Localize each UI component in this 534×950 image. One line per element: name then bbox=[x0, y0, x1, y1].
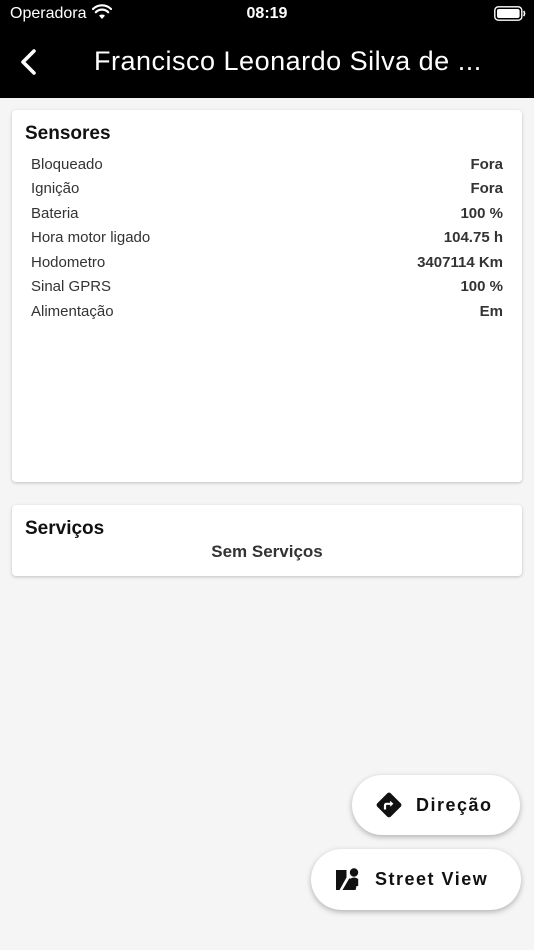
status-bar: Operadora 08:19 bbox=[0, 0, 534, 30]
sensor-list: Bloqueado Fora Ignição Fora Bateria 100 … bbox=[31, 152, 503, 324]
sensor-row-hodometro: Hodometro 3407114 Km bbox=[31, 250, 503, 275]
sensor-value: 100 % bbox=[460, 278, 503, 296]
sensor-value: 100 % bbox=[460, 204, 503, 222]
battery-icon bbox=[494, 6, 526, 21]
sensor-label: Bateria bbox=[31, 204, 79, 222]
sensor-value: Fora bbox=[470, 180, 503, 198]
services-card: Serviços Sem Serviços bbox=[12, 505, 522, 576]
street-view-label: Street View bbox=[375, 869, 489, 889]
sensor-label: Ignição bbox=[31, 180, 80, 198]
page-title: Francisco Leonardo Silva de ... bbox=[94, 46, 482, 76]
chevron-left-icon bbox=[21, 49, 36, 75]
app-header: Operadora 08:19 Francisco Leonardo Silva… bbox=[0, 0, 534, 98]
sensor-row-ignicao: Ignição Fora bbox=[31, 177, 503, 202]
back-button[interactable] bbox=[12, 44, 48, 80]
sensor-row-bloqueado: Bloqueado Fora bbox=[31, 152, 503, 177]
sensor-row-alimentacao: Alimentação Em bbox=[31, 299, 503, 324]
sensor-row-bateria: Bateria 100 % bbox=[31, 201, 503, 226]
sensor-label: Sinal GPRS bbox=[31, 278, 112, 296]
street-view-icon bbox=[336, 867, 359, 890]
direction-label: Direção bbox=[416, 794, 493, 815]
status-time: 08:19 bbox=[246, 5, 288, 22]
sensor-value: 3407114 Km bbox=[417, 253, 503, 271]
services-empty-text: Sem Serviços bbox=[211, 542, 323, 561]
sensor-value: Em bbox=[479, 302, 503, 320]
direction-button[interactable]: Direção bbox=[352, 775, 520, 835]
directions-icon bbox=[376, 792, 402, 818]
sensor-value: Fora bbox=[470, 155, 503, 173]
sensors-card: Sensores Bloqueado Fora Ignição Fora Bat… bbox=[12, 110, 522, 482]
sensor-label: Hodometro bbox=[31, 253, 106, 271]
sensor-row-hora-motor: Hora motor ligado 104.75 h bbox=[31, 226, 503, 251]
sensor-label: Bloqueado bbox=[31, 155, 103, 173]
street-view-button[interactable]: Street View bbox=[311, 849, 521, 910]
sensors-title: Sensores bbox=[25, 123, 111, 144]
sensor-value: 104.75 h bbox=[443, 229, 503, 247]
sensor-label: Hora motor ligado bbox=[31, 229, 151, 247]
sensor-label: Alimentação bbox=[31, 302, 114, 320]
sensor-row-sinal-gprs: Sinal GPRS 100 % bbox=[31, 275, 503, 300]
services-title: Serviços bbox=[25, 518, 105, 539]
